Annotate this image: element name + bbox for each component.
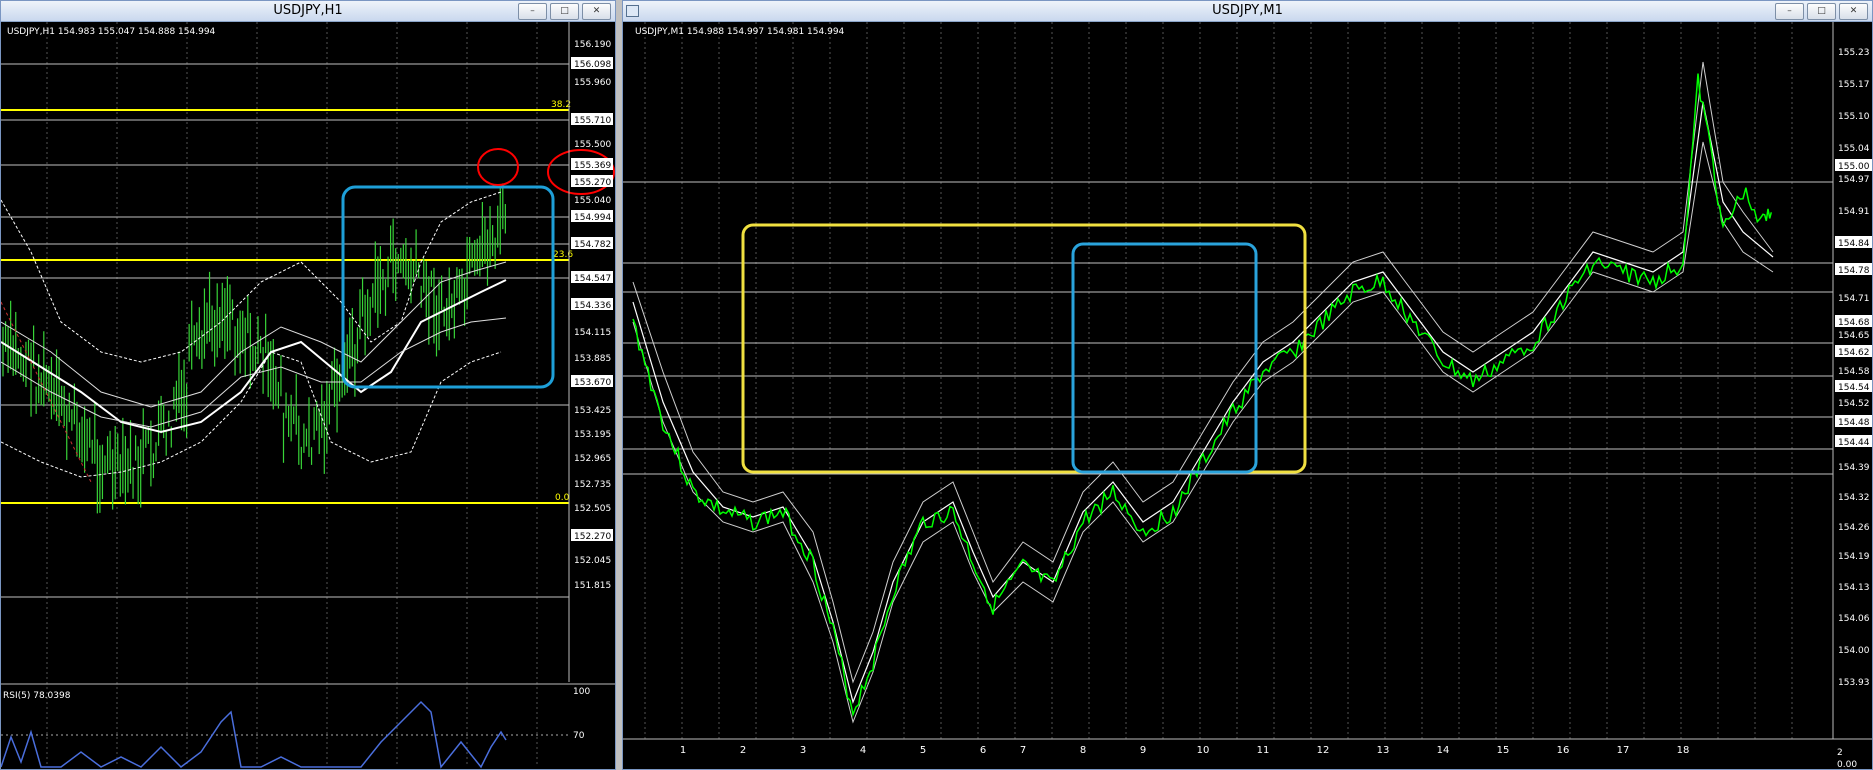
time-tick-label: 17 xyxy=(1617,745,1630,756)
minimize-button[interactable]: – xyxy=(1775,3,1804,20)
price-tick-label: 151.815 xyxy=(574,581,611,591)
price-tick-label: 152.505 xyxy=(574,504,611,514)
price-tick-label: 153.425 xyxy=(574,406,611,416)
price-tick-label: 154.06 xyxy=(1838,614,1870,624)
price-tick-label: 154.994 xyxy=(574,213,611,223)
time-tick-label: 18 xyxy=(1677,745,1690,756)
usdjpy-h1-window[interactable]: USDJPY,H1 – □ ✕ 38.2 23.6 0.0 156.190 15… xyxy=(0,0,616,770)
fib-label-236: 23.6 xyxy=(553,250,573,260)
price-tick-label: 154.782 xyxy=(574,240,611,250)
chart-info: USDJPY,H1 154.983 155.047 154.888 154.99… xyxy=(7,27,216,37)
price-tick-label: 153.885 xyxy=(574,354,611,364)
h1-chart-area[interactable]: 38.2 23.6 0.0 156.190 156.098 155.960 155.7… xyxy=(1,22,615,769)
fib-label-00: 0.0 xyxy=(555,493,570,503)
usdjpy-m1-window[interactable]: USDJPY,M1 – □ ✕ 155.23 155.17 155.10 155… xyxy=(622,0,1873,770)
time-axis: 1 2 3 4 5 6 7 8 9 10 11 12 13 14 15 16 17 18 xyxy=(680,745,1690,756)
time-tick-label: 11 xyxy=(1257,745,1270,756)
price-tick-label: 154.68 xyxy=(1838,318,1870,328)
price-tick-label: 154.58 xyxy=(1838,367,1870,377)
price-tick-label: 155.23 xyxy=(1838,48,1870,58)
minimize-button[interactable]: – xyxy=(518,3,547,20)
time-tick-label: 6 xyxy=(980,745,986,756)
time-tick-label: 1 xyxy=(680,745,686,756)
price-tick-label: 154.71 xyxy=(1838,294,1870,304)
price-tick-label: 155.500 xyxy=(574,140,611,150)
price-tick-label: 153.195 xyxy=(574,430,611,440)
price-tick-label: 155.960 xyxy=(574,78,611,88)
close-button[interactable]: ✕ xyxy=(582,3,611,20)
price-tick-label: 154.52 xyxy=(1838,399,1870,409)
price-tick-label: 155.00 xyxy=(1838,162,1870,172)
maximize-button[interactable]: □ xyxy=(550,3,579,20)
time-tick-label: 4 xyxy=(860,745,866,756)
range-box-blue xyxy=(1071,242,1258,474)
price-tick-label: 155.17 xyxy=(1838,80,1870,90)
price-tick-label: 152.965 xyxy=(574,454,611,464)
price-tick-label: 154.547 xyxy=(574,274,611,284)
time-tick-label: 5 xyxy=(920,745,926,756)
price-tick-label: 153.93 xyxy=(1838,678,1870,688)
price-tick-label: 155.10 xyxy=(1838,112,1870,122)
time-tick-label: 15 xyxy=(1497,745,1510,756)
title-bar[interactable]: USDJPY,M1 – □ ✕ xyxy=(623,1,1872,22)
price-tick-label: 152.045 xyxy=(574,556,611,566)
price-tick-label: 154.32 xyxy=(1838,493,1870,503)
price-tick-label: 154.19 xyxy=(1838,552,1870,562)
m1-chart-area[interactable]: 155.23 155.17 155.10 155.04 155.00 154.97 154.… xyxy=(623,22,1872,770)
price-tick-label: 154.65 xyxy=(1838,331,1870,341)
price-tick-label: 155.040 xyxy=(574,196,611,206)
maximize-button[interactable]: □ xyxy=(1807,3,1836,20)
sub-label-zero: 0.00 xyxy=(1837,760,1857,770)
chart-info: USDJPY,M1 154.988 154.997 154.981 154.99… xyxy=(635,27,845,37)
price-tick-label: 156.098 xyxy=(574,60,611,70)
price-tick-label: 154.48 xyxy=(1838,418,1870,428)
time-tick-label: 12 xyxy=(1317,745,1330,756)
price-tick-label: 152.270 xyxy=(574,532,611,542)
window-title: USDJPY,M1 xyxy=(1212,3,1283,18)
price-tick-label: 155.369 xyxy=(574,161,611,171)
time-tick-label: 7 xyxy=(1020,745,1026,756)
price-tick-label: 154.26 xyxy=(1838,523,1870,533)
price-tick-label: 152.735 xyxy=(574,480,611,490)
price-tick-label: 154.84 xyxy=(1838,239,1870,249)
price-tick-label: 153.670 xyxy=(574,378,611,388)
price-tick-label: 154.54 xyxy=(1838,383,1870,393)
fib-label-382: 38.2 xyxy=(551,100,571,110)
price-tick-label: 154.78 xyxy=(1838,266,1870,276)
close-button[interactable]: ✕ xyxy=(1839,3,1868,20)
price-tick-label: 156.190 xyxy=(574,40,611,50)
price-axis: 155.23 155.17 155.10 155.04 155.00 154.97 154.… xyxy=(1835,48,1872,688)
time-tick-label: 10 xyxy=(1197,745,1210,756)
time-tick-label: 2 xyxy=(740,745,746,756)
price-tick-label: 154.62 xyxy=(1838,348,1870,358)
price-tick-label: 154.91 xyxy=(1838,207,1870,217)
time-tick-label: 9 xyxy=(1140,745,1146,756)
rsi-label: RSI(5) 78.0398 xyxy=(3,691,71,701)
price-tick-label: 155.710 xyxy=(574,116,611,126)
price-tick-label: 154.97 xyxy=(1838,175,1870,185)
time-tick-label: 3 xyxy=(800,745,806,756)
price-tick-label: 154.39 xyxy=(1838,463,1870,473)
price-tick-label: 155.270 xyxy=(574,178,611,188)
price-tick-label: 155.04 xyxy=(1838,144,1870,154)
rsi-level-100: 100 xyxy=(573,687,590,697)
time-tick-label: 13 xyxy=(1377,745,1390,756)
rsi-level-70: 70 xyxy=(573,731,585,741)
time-tick-label: 16 xyxy=(1557,745,1570,756)
price-tick-label: 154.44 xyxy=(1838,438,1870,448)
time-tick-label: 8 xyxy=(1080,745,1086,756)
sub-label-2: 2 xyxy=(1837,748,1843,758)
price-tick-label: 154.336 xyxy=(574,301,611,311)
time-tick-label: 14 xyxy=(1437,745,1450,756)
price-axis: 156.190 156.098 155.960 155.710 155.500 155.3… xyxy=(571,40,613,591)
title-bar[interactable]: USDJPY,H1 – □ ✕ xyxy=(1,1,615,22)
price-line xyxy=(632,73,1773,718)
price-tick-label: 154.13 xyxy=(1838,583,1870,593)
price-tick-label: 154.115 xyxy=(574,328,611,338)
price-tick-label: 154.00 xyxy=(1838,646,1870,656)
